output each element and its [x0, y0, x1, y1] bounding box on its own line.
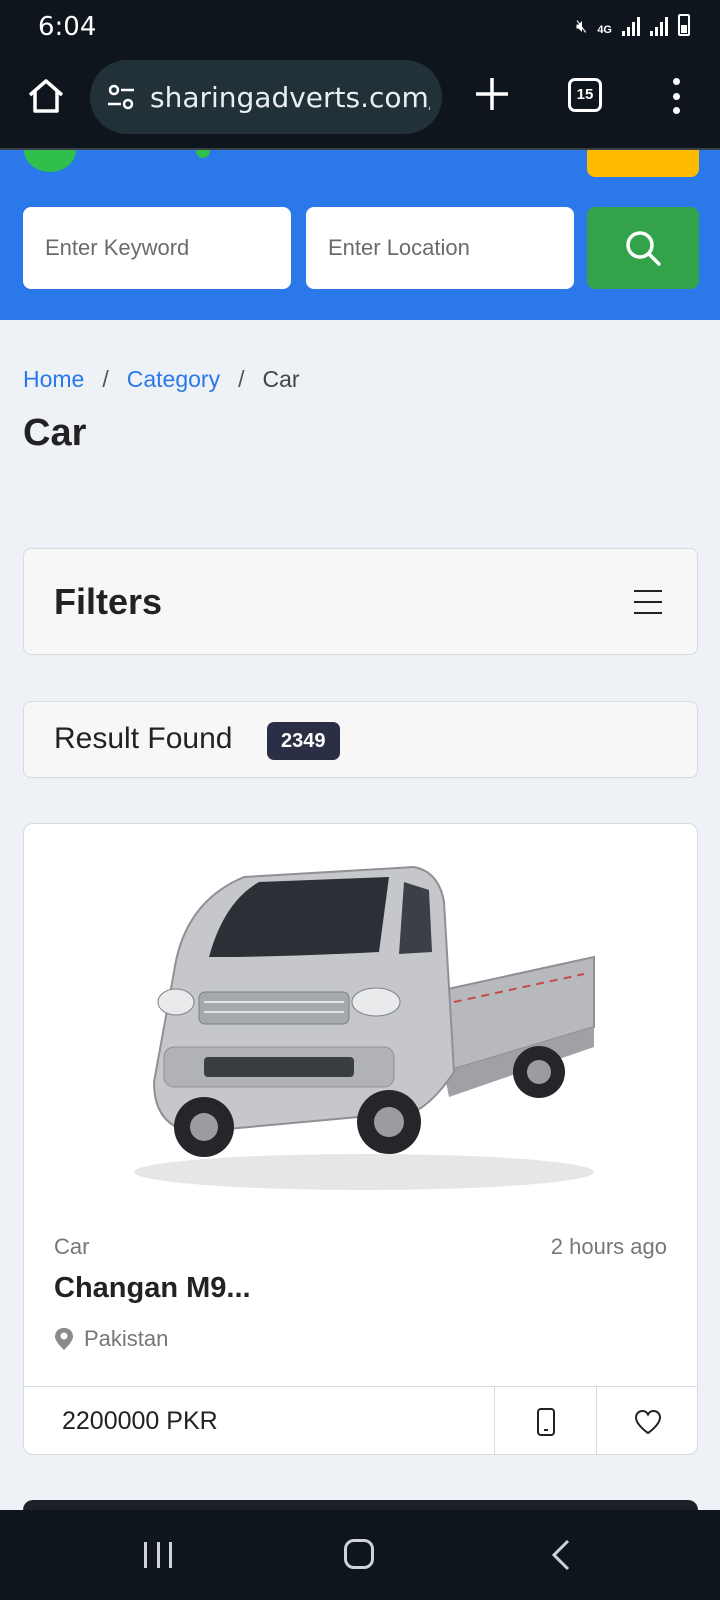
- location-pin-icon: [55, 1328, 73, 1350]
- filters-panel[interactable]: Filters: [23, 548, 698, 655]
- address-bar[interactable]: sharingadverts.com/: [90, 60, 442, 134]
- search-icon: [626, 231, 661, 266]
- breadcrumb-category[interactable]: Category: [127, 366, 220, 393]
- listing-card[interactable]: Car 2 hours ago Changan M9... Pakistan 2…: [23, 823, 698, 1455]
- location-input[interactable]: [306, 207, 574, 289]
- listing-title[interactable]: Changan M9...: [54, 1272, 251, 1305]
- post-ad-button[interactable]: [587, 150, 699, 177]
- breadcrumb-separator: /: [238, 366, 245, 392]
- browser-toolbar: sharingadverts.com/ 15: [0, 54, 720, 150]
- status-time: 6:04: [38, 12, 97, 42]
- home-icon[interactable]: [26, 76, 66, 116]
- logo-text-fragment: [196, 150, 210, 158]
- hamburger-icon[interactable]: [634, 590, 662, 614]
- result-label: Result Found: [54, 722, 233, 755]
- listing-category: Car: [54, 1234, 90, 1259]
- filters-title: Filters: [54, 581, 163, 622]
- tabs-icon[interactable]: 15: [568, 78, 602, 112]
- url-text[interactable]: sharingadverts.com/: [150, 81, 430, 114]
- phone-icon: [536, 1408, 555, 1436]
- status-icons: 🔇︎ 4G: [576, 14, 690, 36]
- favorite-button[interactable]: [596, 1387, 697, 1454]
- tune-icon[interactable]: [106, 82, 136, 112]
- listing-location: Pakistan: [84, 1326, 169, 1351]
- site-header: [0, 150, 720, 320]
- network-type: 4G: [597, 24, 612, 36]
- mute-icon: 🔇︎: [575, 16, 588, 36]
- breadcrumb-home[interactable]: Home: [23, 366, 84, 393]
- battery-icon: [678, 14, 690, 36]
- heart-icon: [634, 1409, 662, 1435]
- more-vert-icon[interactable]: [666, 78, 686, 114]
- recent-apps-icon[interactable]: [144, 1542, 172, 1568]
- listing-footer: 2200000 PKR: [24, 1386, 697, 1454]
- call-button[interactable]: [494, 1387, 596, 1454]
- breadcrumb: Home / Category / Car: [23, 366, 300, 393]
- listing-image[interactable]: [114, 842, 614, 1212]
- status-bar: 6:04 🔇︎ 4G: [0, 0, 720, 54]
- search-button[interactable]: [587, 207, 699, 289]
- nav-home-icon[interactable]: [344, 1539, 374, 1569]
- listing-price: 2200000 PKR: [62, 1407, 218, 1435]
- signal-icon-2: [650, 16, 668, 36]
- breadcrumb-separator: /: [102, 366, 109, 392]
- result-summary: Result Found 2349: [23, 701, 698, 778]
- page-title: Car: [23, 412, 87, 454]
- system-nav-bar: [0, 1510, 720, 1600]
- keyword-input[interactable]: [23, 207, 291, 289]
- logo[interactable]: [24, 150, 76, 172]
- plus-icon[interactable]: [472, 74, 512, 114]
- listing-time: 2 hours ago: [550, 1234, 667, 1259]
- result-count-badge: 2349: [267, 722, 340, 760]
- signal-icon: [622, 16, 640, 36]
- back-icon[interactable]: [550, 1538, 572, 1572]
- breadcrumb-current: Car: [262, 366, 300, 392]
